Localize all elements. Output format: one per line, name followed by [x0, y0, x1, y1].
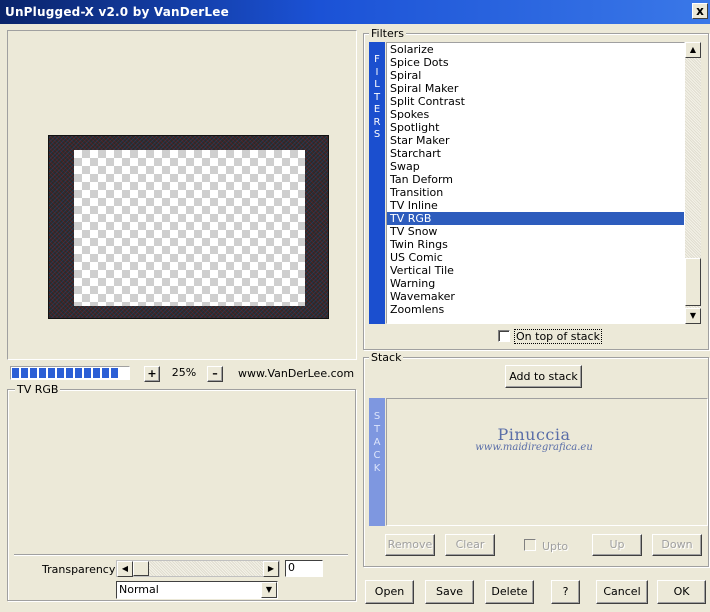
- delete-button[interactable]: Delete: [485, 580, 534, 604]
- zoom-in-button[interactable]: +: [144, 366, 160, 382]
- preview-panel: [7, 30, 357, 360]
- filter-list[interactable]: Solarize Spice Dots Spiral Spiral Maker Spli…: [386, 42, 685, 324]
- close-button[interactable]: x: [692, 3, 708, 19]
- upto-checkbox[interactable]: [524, 539, 536, 551]
- help-button[interactable]: ?: [551, 580, 580, 604]
- filter-list-item[interactable]: Starchart: [387, 147, 684, 160]
- progress-segment: [39, 368, 46, 378]
- filter-list-item[interactable]: Spotlight: [387, 121, 684, 134]
- filter-list-item[interactable]: Transition: [387, 186, 684, 199]
- add-to-stack-button[interactable]: Add to stack: [505, 365, 582, 388]
- filter-list-item[interactable]: Swap: [387, 160, 684, 173]
- filter-list-item[interactable]: Twin Rings: [387, 238, 684, 251]
- ok-button[interactable]: OK: [657, 580, 706, 604]
- filter-list-item[interactable]: Tan Deform: [387, 173, 684, 186]
- filters-strip-label: F I L T E R S: [373, 54, 381, 140]
- stack-group-label: Stack: [369, 351, 404, 364]
- filter-list-item[interactable]: Zoomlens: [387, 303, 684, 316]
- preview-image-frame: [48, 135, 329, 319]
- progress-segment: [111, 368, 118, 378]
- scroll-thumb[interactable]: [685, 258, 701, 306]
- progress-segment: [93, 368, 100, 378]
- progress-segment: [75, 368, 82, 378]
- down-button[interactable]: Down: [652, 534, 702, 556]
- scroll-left-icon[interactable]: ◀: [117, 561, 133, 577]
- filter-list-item[interactable]: Spiral: [387, 69, 684, 82]
- zoom-level: 25%: [171, 366, 197, 379]
- progress-segment: [66, 368, 73, 378]
- progress-segment: [12, 368, 19, 378]
- stack-strip: S T A C K: [369, 398, 385, 526]
- filter-list-item[interactable]: Spokes: [387, 108, 684, 121]
- blend-mode-value: Normal: [119, 583, 159, 596]
- divider: [14, 554, 348, 556]
- dropdown-arrow-icon[interactable]: ▼: [261, 582, 277, 598]
- watermark: Pinuccia www.maidiregrafica.eu: [449, 425, 619, 453]
- progress-segment: [30, 368, 37, 378]
- up-button[interactable]: Up: [592, 534, 642, 556]
- website-link[interactable]: www.VanDerLee.com: [238, 367, 354, 380]
- progress-segment: [57, 368, 64, 378]
- filter-list-item[interactable]: TV Inline: [387, 199, 684, 212]
- filter-list-item[interactable]: Wavemaker: [387, 290, 684, 303]
- window-title: UnPlugged-X v2.0 by VanDerLee: [5, 5, 229, 19]
- scroll-up-icon[interactable]: ▲: [685, 42, 701, 58]
- scroll-down-icon[interactable]: ▼: [685, 308, 701, 324]
- transparency-slider[interactable]: ◀ ▶: [116, 560, 280, 577]
- save-button[interactable]: Save: [425, 580, 474, 604]
- progress-segment: [21, 368, 28, 378]
- scroll-right-icon[interactable]: ▶: [263, 561, 279, 577]
- title-bar: UnPlugged-X v2.0 by VanDerLee x: [0, 0, 710, 24]
- upto-label: Upto: [542, 540, 569, 553]
- progress-segment: [102, 368, 109, 378]
- transparent-area: [74, 150, 305, 306]
- progress-bar: [10, 366, 130, 380]
- progress-segment: [48, 368, 55, 378]
- progress-segment: [84, 368, 91, 378]
- filter-list-item[interactable]: TV RGB: [387, 212, 684, 225]
- remove-button[interactable]: Remove: [385, 534, 435, 556]
- filter-list-item[interactable]: Solarize: [387, 43, 684, 56]
- zoom-out-button[interactable]: –: [207, 366, 223, 382]
- on-top-of-stack-checkbox[interactable]: [498, 330, 510, 342]
- open-button[interactable]: Open: [365, 580, 414, 604]
- filter-list-item[interactable]: TV Snow: [387, 225, 684, 238]
- filter-list-item[interactable]: Star Maker: [387, 134, 684, 147]
- stack-strip-label: S T A C K: [373, 411, 381, 474]
- clear-button[interactable]: Clear: [445, 534, 495, 556]
- on-top-of-stack-label[interactable]: On top of stack: [514, 329, 602, 344]
- cancel-button[interactable]: Cancel: [596, 580, 648, 604]
- blend-mode-select[interactable]: Normal ▼: [116, 581, 278, 599]
- stack-list[interactable]: [386, 398, 708, 526]
- transparency-label: Transparency: [42, 563, 116, 576]
- transparency-thumb[interactable]: [133, 561, 149, 576]
- filters-strip: F I L T E R S: [369, 42, 385, 324]
- filters-group-label: Filters: [369, 27, 406, 40]
- watermark-site: www.maidiregrafica.eu: [475, 442, 593, 453]
- filter-list-item[interactable]: Split Contrast: [387, 95, 684, 108]
- parameters-group-label: TV RGB: [15, 383, 61, 396]
- filter-list-scrollbar[interactable]: ▲ ▼: [685, 42, 701, 324]
- filter-list-item[interactable]: US Comic: [387, 251, 684, 264]
- filter-list-item[interactable]: Spiral Maker: [387, 82, 684, 95]
- filter-list-item[interactable]: Warning: [387, 277, 684, 290]
- transparency-value[interactable]: 0: [285, 560, 323, 577]
- filter-list-item[interactable]: Vertical Tile: [387, 264, 684, 277]
- filter-list-item[interactable]: Spice Dots: [387, 56, 684, 69]
